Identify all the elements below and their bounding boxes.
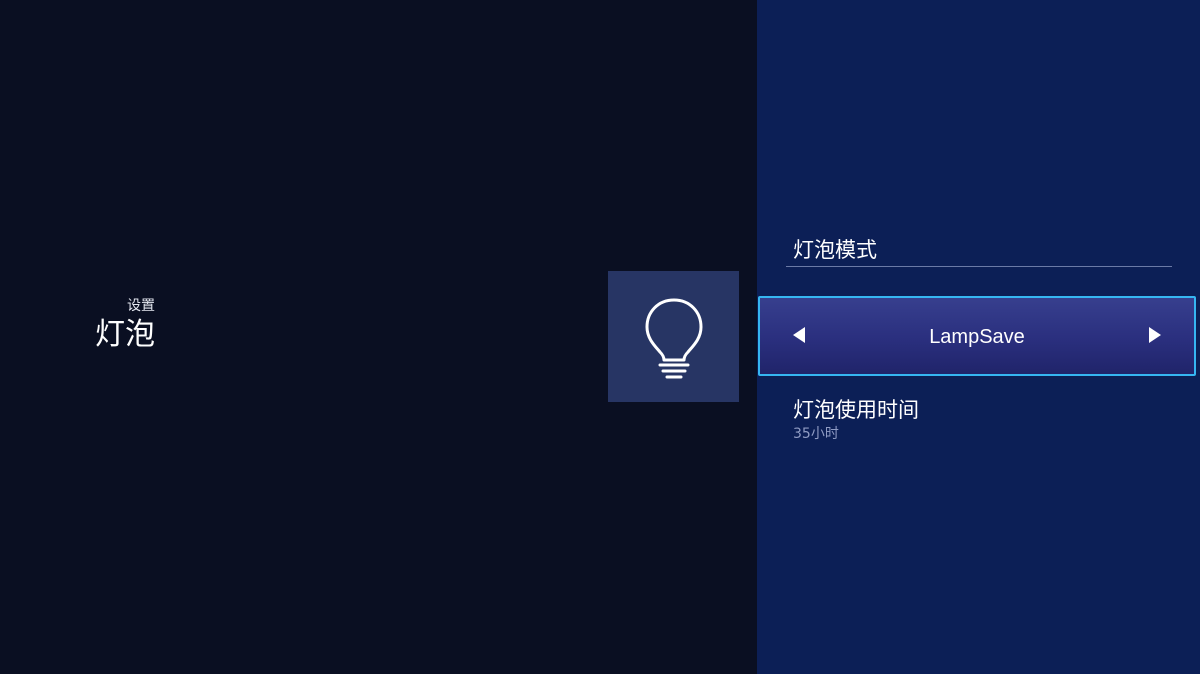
category-tile xyxy=(608,271,739,402)
left-pane: 设置 灯泡 xyxy=(0,0,757,674)
breadcrumb: 设置 灯泡 xyxy=(95,296,155,354)
lamp-settings-screen: 设置 灯泡 灯泡模式 LampSave 灯泡使用时间 35小时 xyxy=(0,0,1200,674)
lamp-usage-item[interactable]: 灯泡使用时间 35小时 xyxy=(793,396,1173,444)
lightbulb-icon xyxy=(645,298,702,378)
lamp-mode-selector[interactable]: LampSave xyxy=(758,296,1196,376)
lamp-mode-label: 灯泡模式 xyxy=(793,238,877,262)
lamp-usage-value: 35小时 xyxy=(793,426,839,442)
page-title: 灯泡 xyxy=(95,317,155,352)
lamp-mode-header: 灯泡模式 xyxy=(786,236,1172,267)
breadcrumb-parent: 设置 xyxy=(127,298,155,314)
lamp-mode-value: LampSave xyxy=(929,326,1025,348)
lamp-usage-label: 灯泡使用时间 xyxy=(793,398,919,422)
arrow-right-icon[interactable] xyxy=(1149,327,1161,343)
